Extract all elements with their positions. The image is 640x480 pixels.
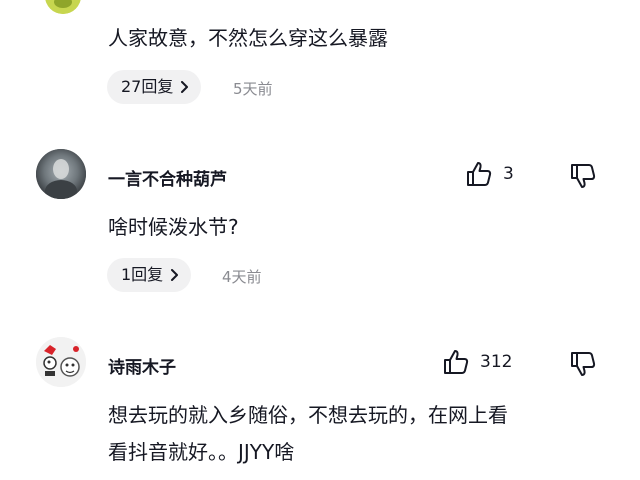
like-count: 312 <box>480 352 513 372</box>
reply-button[interactable]: 27回复 <box>107 70 202 104</box>
like-count: 3 <box>503 164 514 184</box>
avatar[interactable] <box>36 149 86 199</box>
chevron-right-icon <box>181 81 189 93</box>
thumbs-up-icon <box>444 350 469 374</box>
thumbs-down-icon[interactable] <box>569 350 597 378</box>
reply-button[interactable]: 1回复 <box>107 258 192 292</box>
thumbs-down-icon[interactable] <box>569 162 597 190</box>
comment-text-line-1: 想去玩的就入乡随俗，不想去玩的，在网上看 <box>108 403 508 427</box>
username[interactable]: 一言不合种葫芦 <box>108 165 227 190</box>
timestamp: 5天前 <box>233 80 273 98</box>
avatar-photo-icon <box>36 149 86 199</box>
avatar-green-icon <box>45 0 81 14</box>
avatar[interactable] <box>36 337 86 387</box>
thumbs-up-icon <box>467 162 492 186</box>
like-button[interactable]: 312 <box>442 348 512 376</box>
reply-label: 27回复 <box>121 77 174 96</box>
chevron-right-icon <box>171 269 179 281</box>
comment-text-line-2: 看抖音就好。。JJYY啥 <box>108 440 295 464</box>
avatar-cartoon-icon <box>36 337 86 387</box>
reply-label: 1回复 <box>121 265 164 284</box>
comment-text: 啥时候泼水节? <box>108 215 239 239</box>
like-button[interactable]: 3 <box>465 160 514 188</box>
avatar[interactable] <box>45 0 81 14</box>
comment-text: 人家故意，不然怎么穿这么暴露 <box>108 26 388 50</box>
comment-item: 一言不合种葫芦 3 啥时候泼水节? 1回复 4天前 <box>0 140 640 310</box>
username[interactable]: 诗雨木子 <box>108 353 176 378</box>
comment-list: 人家故意，不然怎么穿这么暴露 27回复 5天前 一言不合种葫芦 3 啥时候泼水节… <box>0 0 640 480</box>
comment-item: 诗雨木子 312 想去玩的就入乡随俗，不想去玩的，在网上看 看抖音就好。。JJY… <box>0 330 640 480</box>
timestamp: 4天前 <box>222 268 262 286</box>
comment-item: 人家故意，不然怎么穿这么暴露 27回复 5天前 <box>0 0 640 120</box>
